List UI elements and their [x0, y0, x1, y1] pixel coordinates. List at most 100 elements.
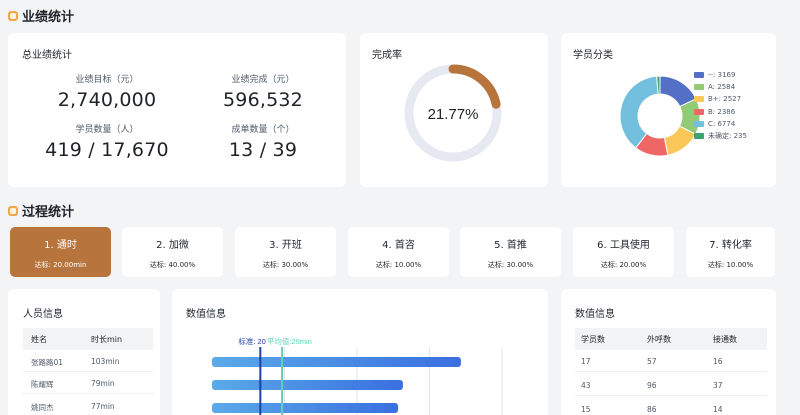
completion-gauge: 21.77% — [404, 64, 502, 162]
legend-item[interactable]: C: 6774 — [694, 118, 747, 130]
section-icon — [8, 205, 18, 216]
stat-orders: 成单数量（个） 13 / 39 — [188, 122, 338, 161]
stat-label: 成单数量（个） — [231, 125, 295, 135]
legend-item[interactable]: --: 3169 — [694, 69, 747, 81]
section-title-text: 过程统计 — [22, 205, 75, 220]
reference-label: 平均值:29min — [267, 336, 312, 346]
stat-target: 业绩目标（元） 2,740,000 — [32, 72, 182, 111]
column-header: 姓名 — [31, 335, 47, 344]
table-cell: 15 — [581, 405, 591, 414]
table-cell: 96 — [647, 381, 657, 390]
summary-card: 总业绩统计 业绩目标（元） 2,740,000 业绩完成（元） 596,532 … — [8, 33, 346, 187]
legend-label: A: 2584 — [708, 83, 736, 92]
section-title-performance: 业绩统计 — [8, 6, 74, 25]
process-tab[interactable]: 1. 通时达标: 20.00min — [10, 227, 111, 277]
process-tab-target: 达标: 10.00% — [707, 261, 754, 269]
completion-value: 21.77% — [428, 106, 479, 123]
column-header: 接通数 — [713, 335, 737, 344]
student-category-legend: --: 3169 A: 2584 B+: 2527 B: 2386 C: 6774 未确定… — [694, 69, 747, 142]
process-tab-target: 达标: 20.00min — [34, 261, 87, 269]
column-header: 外呼数 — [647, 335, 671, 344]
section-title-text: 业绩统计 — [22, 10, 75, 25]
process-tab-target: 达标: 20.00% — [600, 261, 647, 269]
table-cell: 16 — [713, 357, 723, 366]
legend-label: C: 6774 — [708, 119, 736, 128]
legend-label: --: 3169 — [708, 71, 736, 80]
process-tab[interactable]: 4. 首咨达标: 10.00% — [348, 227, 449, 277]
process-tab[interactable]: 3. 开班 达标: 30.00% — [235, 227, 336, 277]
reference-label: 标准: 20 — [238, 336, 266, 346]
legend-swatch — [694, 133, 704, 140]
stat-value: 419 / 17,670 — [45, 139, 169, 161]
table-cell: 17 — [581, 357, 591, 366]
value-table-card: 数值信息 学员数 外呼数 接通数 17 57 16 43 96 37 15 86… — [561, 289, 776, 415]
section-icon — [8, 10, 18, 21]
divider — [23, 371, 153, 372]
table-cell: 103min — [91, 357, 120, 366]
process-tab-name: 2. 加微 — [156, 240, 189, 251]
process-tab-name: 4. 首咨 — [382, 240, 415, 251]
people-table-header: 姓名 时长min — [23, 328, 153, 350]
table-cell: 陈耀辉 — [31, 380, 54, 389]
divider — [575, 371, 767, 372]
column-header: 学员数 — [581, 335, 605, 344]
stat-label: 学员数量（人） — [75, 125, 139, 135]
legend-label: 未确定: 235 — [708, 132, 747, 141]
stat-value: 2,740,000 — [57, 89, 157, 111]
divider — [575, 395, 767, 396]
stat-students: 学员数量（人） 419 / 17,670 — [22, 122, 192, 161]
table-cell: 77min — [91, 402, 115, 411]
table-cell: 43 — [581, 381, 591, 390]
stat-label: 业绩目标（元） — [75, 75, 139, 85]
process-tab-target: 达标: 10.00% — [375, 261, 422, 269]
divider — [23, 393, 153, 394]
legend-item[interactable]: B+: 2527 — [694, 93, 747, 105]
value-table-header: 学员数 外呼数 接通数 — [575, 328, 767, 350]
table-cell: 张路路01 — [31, 358, 64, 367]
process-tab-target: 达标: 40.00% — [149, 261, 196, 269]
bar[interactable] — [212, 403, 399, 413]
process-tab[interactable]: 5. 首推达标: 30.00% — [460, 227, 561, 277]
people-info-card: 人员信息 姓名 时长min 张路路01 103min 陈耀辉 79min 姚同杰… — [8, 289, 160, 415]
legend-swatch — [694, 120, 704, 127]
table-cell: 86 — [647, 405, 657, 414]
table-cell: 姚同杰 — [31, 403, 54, 412]
legend-swatch — [694, 72, 704, 79]
process-tab-name: 1. 通时 — [44, 240, 77, 251]
value-table-title: 数值信息 — [575, 309, 615, 320]
stat-value: 13 / 39 — [228, 139, 298, 161]
column-header: 时长min — [91, 335, 123, 344]
table-cell: 57 — [647, 357, 657, 366]
legend-swatch — [694, 108, 704, 115]
value-bar-chart: 标准: 20平均值:29min — [212, 336, 503, 415]
process-tab[interactable]: 6. 工具使用 达标: 20.00% — [573, 227, 674, 277]
stat-label: 业绩完成（元） — [231, 75, 295, 85]
legend-label: B+: 2527 — [708, 95, 742, 104]
legend-item[interactable]: A: 2584 — [694, 81, 747, 93]
process-tab-name: 6. 工具使用 — [597, 240, 650, 251]
section-title-process: 过程统计 — [8, 201, 74, 220]
process-tab[interactable]: 2. 加微达标: 40.00% — [122, 227, 223, 277]
process-tab-name: 5. 首推 — [494, 240, 527, 251]
legend-item[interactable]: B: 2386 — [694, 106, 747, 118]
bar[interactable] — [212, 357, 461, 367]
table-cell: 14 — [713, 405, 723, 414]
completion-card: 完成率 21.77% — [360, 33, 548, 187]
stat-completed: 业绩完成（元） 596,532 — [188, 72, 338, 111]
legend-swatch — [694, 96, 704, 103]
process-tab-name: 7. 转化率 — [709, 240, 752, 251]
table-cell: 37 — [713, 381, 723, 390]
people-info-title: 人员信息 — [23, 309, 63, 320]
table-cell: 79min — [91, 379, 115, 388]
reference-labels: 标准: 20平均值:29min — [238, 336, 312, 346]
process-tab-target: 达标: 30.00% — [262, 261, 309, 269]
value-chart-card: 数值信息 标准: 20平均值:29min — [172, 289, 548, 415]
process-tab[interactable]: 7. 转化率 达标: 10.00% — [686, 227, 775, 277]
summary-title: 总业绩统计 — [22, 50, 72, 61]
legend-swatch — [694, 84, 704, 91]
bar[interactable] — [212, 380, 403, 390]
legend-item[interactable]: 未确定: 235 — [694, 130, 747, 142]
stat-value: 596,532 — [223, 89, 303, 111]
legend-label: B: 2386 — [708, 107, 736, 116]
process-tab-target: 达标: 30.00% — [487, 261, 534, 269]
